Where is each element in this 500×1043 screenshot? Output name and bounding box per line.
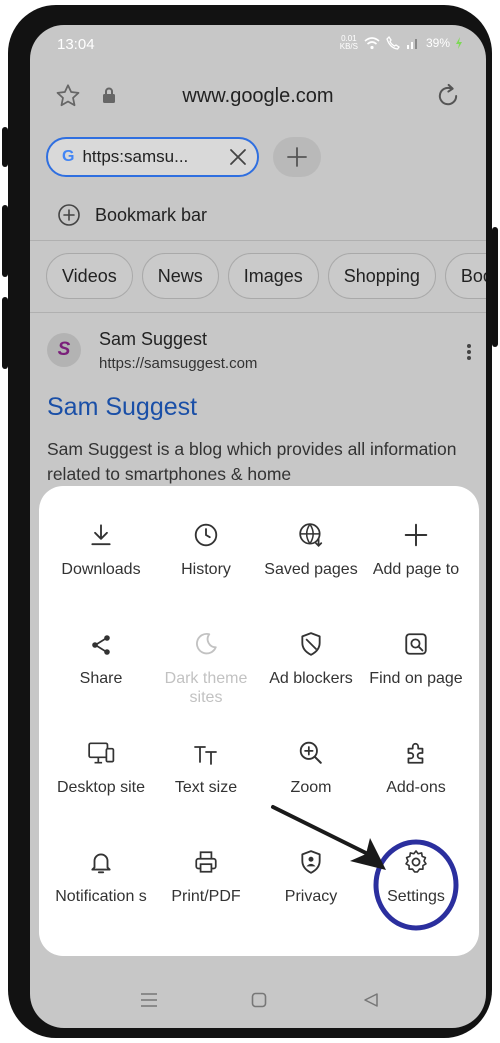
find-icon: [405, 633, 427, 655]
call-icon: [386, 36, 400, 50]
menu-item-label: Text size: [174, 779, 238, 796]
chip-videos[interactable]: Videos: [46, 253, 133, 299]
site-url: https://samsuggest.com: [99, 355, 258, 372]
menu-item-label: History: [181, 561, 231, 578]
menu-item-settings[interactable]: Settings: [363, 843, 469, 906]
divider: [30, 240, 486, 241]
status-icons: 0.01 KB/S 39%: [340, 35, 462, 51]
google-favicon: G: [62, 148, 75, 165]
clock-icon: [194, 523, 218, 547]
status-time: 13:04: [57, 36, 95, 53]
download-icon: [91, 524, 111, 546]
menu-item-share[interactable]: Share: [48, 625, 154, 688]
printer-icon: [195, 851, 217, 873]
plus-icon: [287, 147, 307, 167]
menu-item-find-on-page[interactable]: Find on page: [363, 625, 469, 688]
plus-icon: [404, 523, 428, 547]
recents-icon[interactable]: [139, 992, 159, 1008]
gear-icon: [405, 850, 427, 873]
result-description: Sam Suggest is a blog which provides all…: [47, 439, 457, 484]
saved-pages-icon: [299, 523, 323, 548]
menu-item-label: Print/PDF: [171, 888, 241, 905]
chip-images[interactable]: Images: [227, 253, 319, 299]
menu-item-label: Ad blockers: [269, 670, 353, 687]
volume-down-button: [2, 297, 8, 369]
shield-icon: [301, 632, 321, 656]
menu-grid: Downloads History Saved pages Add page t…: [39, 486, 479, 956]
site-name: Sam Suggest: [99, 329, 208, 349]
menu-item-history[interactable]: History: [153, 516, 259, 579]
menu-item-label: Add page to: [372, 561, 460, 578]
zoom-icon: [299, 741, 322, 764]
menu-item-label: Find on page: [369, 670, 463, 687]
divider: [30, 312, 486, 313]
text-size-icon: [194, 746, 217, 765]
side-button: [2, 127, 8, 167]
screen: 13:04 0.01 KB/S 39% www.google.com G htt…: [30, 25, 486, 1028]
signal-icon: [406, 39, 417, 49]
menu-item-ad-blockers[interactable]: Ad blockers: [258, 625, 364, 688]
menu-item-zoom[interactable]: Zoom: [258, 734, 364, 797]
menu-item-label: Saved pages: [264, 561, 358, 578]
menu-item-label: Desktop site: [56, 779, 146, 796]
power-button: [492, 227, 498, 347]
tab-title: https:samsu...: [82, 147, 189, 166]
home-icon[interactable]: [251, 992, 267, 1008]
moon-icon: [196, 632, 217, 655]
bookmark-bar-label: Bookmark bar: [95, 204, 208, 225]
chip-books[interactable]: Boo: [444, 253, 486, 299]
battery-percent: 39%: [425, 36, 450, 50]
menu-item-saved-pages[interactable]: Saved pages: [258, 516, 364, 579]
charging-icon: [456, 37, 462, 49]
share-icon: [92, 635, 110, 655]
menu-item-print-pdf[interactable]: Print/PDF: [153, 843, 259, 906]
menu-item-privacy[interactable]: Privacy: [258, 843, 364, 906]
new-tab-button[interactable]: [273, 137, 321, 177]
filter-chips: Videos News Images Shopping Boo: [46, 253, 486, 299]
chip-shopping[interactable]: Shopping: [327, 253, 436, 299]
open-tab[interactable]: G https:samsu...: [46, 137, 259, 177]
favicon-letter: S: [57, 339, 71, 360]
site-favicon: S: [47, 333, 81, 367]
status-bar: 13:04 0.01 KB/S 39%: [30, 25, 486, 65]
menu-item-notifications[interactable]: Notification s: [48, 843, 154, 906]
chip-news[interactable]: News: [141, 253, 219, 299]
menu-item-dark-theme-sites: Dark theme sites: [153, 625, 259, 707]
url-text[interactable]: www.google.com: [30, 85, 486, 108]
volume-up-button: [2, 205, 8, 277]
back-icon[interactable]: [363, 992, 379, 1008]
wifi-icon: [364, 36, 380, 49]
system-nav-bar: [30, 980, 486, 1020]
desktop-icon: [88, 742, 115, 764]
browser-menu-sheet: Downloads History Saved pages Add page t…: [39, 486, 479, 956]
add-circle-icon: [58, 204, 80, 226]
menu-item-add-page-to[interactable]: Add page to: [363, 516, 469, 579]
menu-item-label: Dark theme sites: [164, 670, 248, 706]
menu-item-label: Add-ons: [386, 779, 446, 796]
close-icon[interactable]: [229, 148, 247, 166]
more-options-icon[interactable]: [466, 343, 472, 361]
privacy-shield-icon: [301, 850, 321, 874]
reload-icon[interactable]: [434, 82, 462, 110]
menu-item-label: Share: [79, 670, 123, 687]
menu-item-text-size[interactable]: Text size: [153, 734, 259, 797]
menu-item-add-ons[interactable]: Add-ons: [363, 734, 469, 797]
puzzle-icon: [407, 742, 424, 764]
network-speed-unit: KB/S: [339, 42, 358, 51]
menu-item-downloads[interactable]: Downloads: [48, 516, 154, 579]
url-bar: www.google.com: [30, 75, 486, 119]
menu-item-desktop-site[interactable]: Desktop site: [48, 734, 154, 797]
menu-item-label: Zoom: [290, 779, 332, 796]
result-title-link[interactable]: Sam Suggest: [47, 393, 197, 422]
bookmark-bar[interactable]: Bookmark bar: [57, 203, 207, 227]
menu-item-label: Settings: [387, 888, 445, 905]
menu-item-label: Notification s: [55, 888, 147, 905]
menu-item-label: Downloads: [61, 561, 141, 578]
menu-item-label: Privacy: [284, 888, 338, 905]
bell-icon: [91, 853, 111, 874]
phone-frame: 13:04 0.01 KB/S 39% www.google.com G htt…: [2, 5, 498, 1038]
network-speed: 0.01 KB/S: [340, 35, 358, 51]
